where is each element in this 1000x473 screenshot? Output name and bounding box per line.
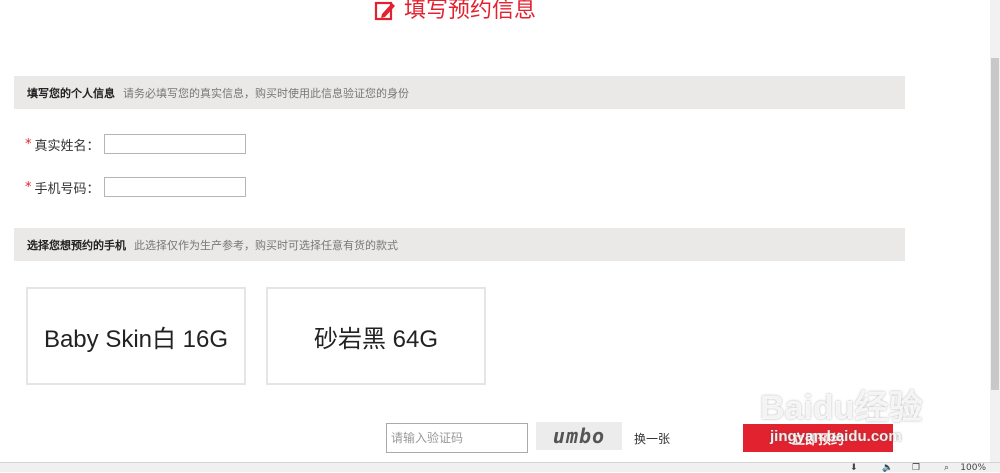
scrollbar-thumb[interactable] bbox=[991, 58, 999, 390]
captcha-image[interactable]: umbo bbox=[536, 422, 622, 450]
captcha-text: umbo bbox=[552, 424, 606, 448]
personal-info-title: 填写您的个人信息 bbox=[27, 86, 115, 100]
phone-label: 手机号码： bbox=[34, 181, 100, 197]
baidu-watermark: Baidu经验 bbox=[760, 389, 923, 427]
phone-input[interactable] bbox=[103, 177, 246, 197]
captcha-refresh-link[interactable]: 换一张 bbox=[634, 430, 670, 447]
phone-option-label: 砂岩黑 64G bbox=[313, 325, 439, 353]
phone-option-black-64g[interactable]: 砂岩黑 64G bbox=[266, 287, 486, 385]
name-label: 真实姓名： bbox=[34, 138, 100, 154]
phone-select-title: 选择您想预约的手机 bbox=[27, 238, 126, 252]
personal-info-desc: 请务必填写您的真实信息，购买时使用此信息验证您的身份 bbox=[123, 86, 409, 100]
personal-info-section: 填写您的个人信息 请务必填写您的真实信息，购买时使用此信息验证您的身份 bbox=[14, 76, 905, 109]
edit-icon bbox=[374, 1, 395, 21]
page-header: 填写预约信息 bbox=[0, 0, 990, 28]
name-input[interactable] bbox=[103, 134, 246, 154]
vertical-scrollbar[interactable] bbox=[990, 0, 1000, 462]
phone-select-section: 选择您想预约的手机 此选择仅作为生产参考，购买时可选择任意有货的款式 bbox=[14, 228, 905, 261]
required-mark: * bbox=[25, 179, 32, 195]
required-mark: * bbox=[25, 136, 32, 152]
phone-row: * 手机号码： bbox=[25, 177, 246, 197]
submit-button[interactable]: 立即预约 bbox=[743, 424, 893, 452]
page-title: 填写预约信息 bbox=[403, 0, 536, 23]
phone-option-label: Baby Skin白 16G bbox=[43, 325, 229, 353]
browser-statusbar: ⬇ 🔈 ❐ ⌕ 100% bbox=[0, 462, 1000, 473]
phone-select-desc: 此选择仅作为生产参考，购买时可选择任意有货的款式 bbox=[134, 238, 398, 252]
captcha-input[interactable]: 请输入验证码 bbox=[386, 423, 528, 453]
name-row: * 真实姓名： bbox=[25, 134, 246, 154]
phone-option-white-16g[interactable]: Baby Skin白 16G bbox=[26, 287, 246, 385]
